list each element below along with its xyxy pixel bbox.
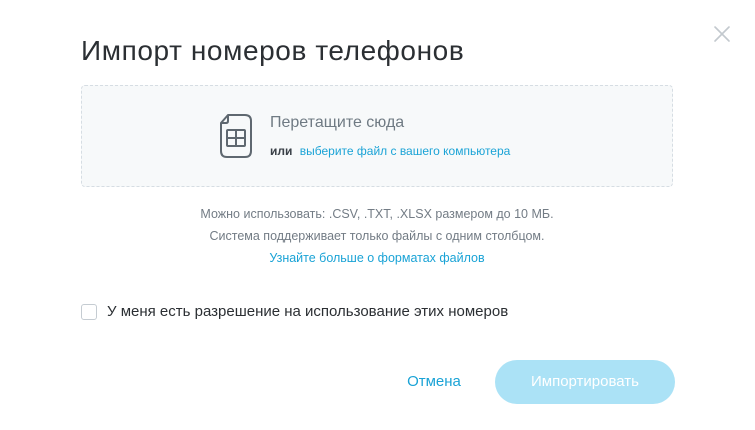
dialog-title: Импорт номеров телефонов xyxy=(81,35,465,66)
cancel-button[interactable]: Отмена xyxy=(392,360,476,404)
dropzone-title: Перетащите сюда xyxy=(270,114,405,131)
spreadsheet-file-icon xyxy=(220,114,252,158)
single-column-text: Система поддерживает только файлы с одни… xyxy=(209,229,545,243)
allowed-formats-text: Можно использовать: .CSV, .TXT, .XLSX ра… xyxy=(200,207,554,221)
dropzone-or-text: или xyxy=(270,144,293,158)
file-format-info: Можно использовать: .CSV, .TXT, .XLSX ра… xyxy=(81,203,673,269)
browse-file-link[interactable]: выберите файл с вашего компьютера xyxy=(300,144,511,158)
permission-label: У меня есть разрешение на использование … xyxy=(107,303,509,320)
import-phone-numbers-dialog: Импорт номеров телефонов Перетащите сюда… xyxy=(0,0,755,430)
learn-formats-link[interactable]: Узнайте больше о форматах файлов xyxy=(269,251,484,265)
permission-checkbox-row[interactable]: У меня есть разрешение на использование … xyxy=(81,303,508,320)
dropzone-subtitle: или выберите файл с вашего компьютера xyxy=(270,144,510,158)
close-button[interactable] xyxy=(706,18,738,50)
close-icon xyxy=(714,26,730,42)
permission-checkbox[interactable] xyxy=(81,303,97,320)
file-dropzone[interactable]: Перетащите сюда или выберите файл с ваше… xyxy=(81,85,673,187)
import-button[interactable]: Импортировать xyxy=(495,360,675,404)
